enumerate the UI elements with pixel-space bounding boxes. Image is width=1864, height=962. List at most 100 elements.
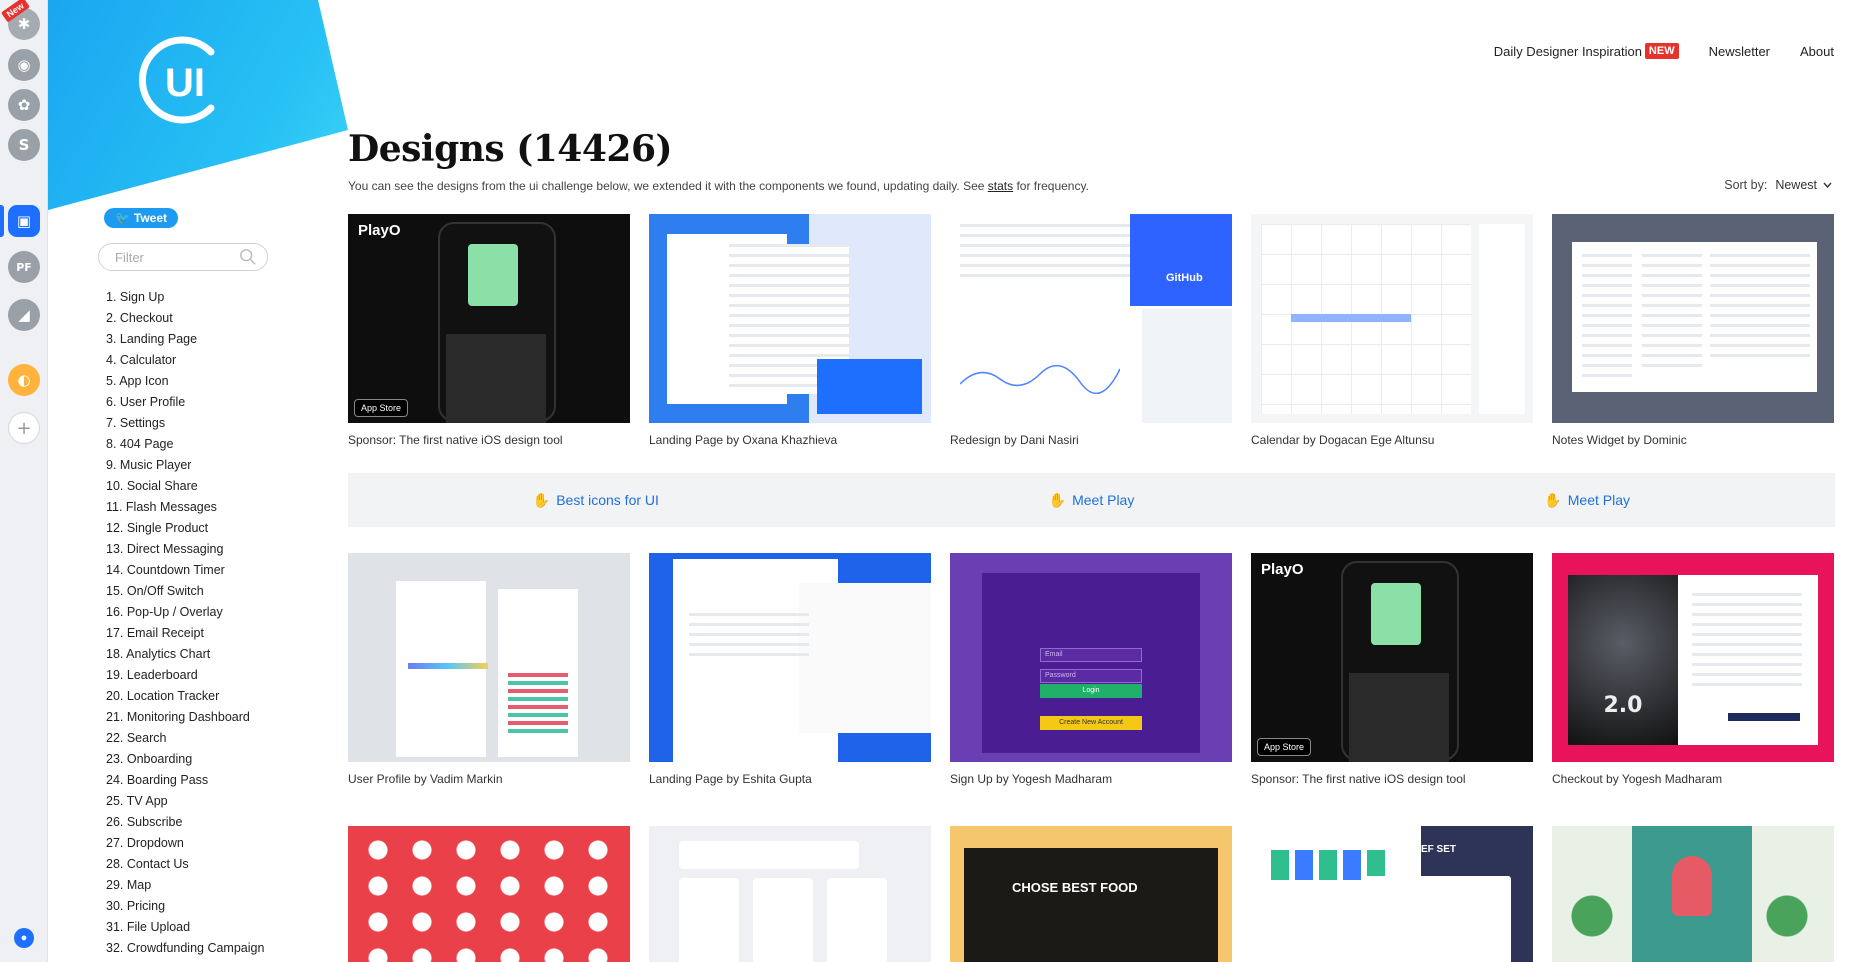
design-thumbnail[interactable]: EF SET bbox=[1251, 826, 1533, 962]
settings-icon[interactable]: ● bbox=[14, 928, 34, 948]
design-card[interactable]: EF SET bbox=[1251, 826, 1533, 962]
design-thumbnail[interactable] bbox=[649, 214, 931, 423]
challenge-item[interactable]: 27. Dropdown bbox=[106, 835, 264, 856]
design-thumbnail[interactable] bbox=[1552, 214, 1834, 423]
s-app-icon[interactable]: S bbox=[8, 129, 40, 161]
sort-dropdown[interactable]: Newest bbox=[1775, 178, 1832, 192]
nav-newsletter-link[interactable]: Newsletter bbox=[1709, 44, 1770, 59]
design-thumbnail[interactable] bbox=[1552, 826, 1834, 962]
filter-input[interactable] bbox=[115, 249, 235, 265]
challenge-list: 1. Sign Up 2. Checkout 3. Landing Page 4. C… bbox=[106, 289, 264, 961]
design-card[interactable] bbox=[649, 826, 931, 962]
promo-link[interactable]: ✋ Meet Play bbox=[1339, 492, 1835, 509]
design-thumbnail[interactable] bbox=[1251, 214, 1533, 423]
design-card[interactable]: GitHub Redesign by Dani Nasiri bbox=[950, 214, 1232, 447]
challenge-item[interactable]: 23. Onboarding bbox=[106, 751, 264, 772]
design-card[interactable] bbox=[348, 826, 630, 962]
design-thumbnail[interactable]: PlayO App Store bbox=[1251, 553, 1533, 762]
design-caption: Notes Widget by Dominic bbox=[1552, 433, 1687, 447]
pf-icon[interactable]: PF bbox=[8, 251, 40, 283]
design-card[interactable]: PlayO App Store Sponsor: The first nativ… bbox=[348, 214, 630, 447]
design-caption: User Profile by Vadim Markin bbox=[348, 772, 503, 786]
challenge-item[interactable]: 12. Single Product bbox=[106, 520, 264, 541]
design-thumbnail[interactable] bbox=[348, 826, 630, 962]
shield-icon[interactable]: ◉ bbox=[8, 49, 40, 81]
challenge-item[interactable]: 4. Calculator bbox=[106, 352, 264, 373]
design-thumbnail[interactable]: GitHub bbox=[950, 214, 1232, 423]
design-thumbnail[interactable]: 2.0 bbox=[1552, 553, 1834, 762]
design-thumbnail[interactable]: PlayO App Store bbox=[348, 214, 630, 423]
challenge-item[interactable]: 31. File Upload bbox=[106, 919, 264, 940]
chart-icon[interactable]: ◢ bbox=[8, 299, 40, 331]
page-root: { "dock": { "new_badge": "New", "items":… bbox=[0, 0, 1864, 962]
promo-link[interactable]: ✋ Meet Play bbox=[844, 492, 1340, 509]
filter-field[interactable] bbox=[98, 243, 268, 271]
challenge-item[interactable]: 3. Landing Page bbox=[106, 331, 264, 352]
nav-inspiration-link[interactable]: Daily Designer Inspiration NEW bbox=[1494, 43, 1679, 59]
challenge-item[interactable]: 5. App Icon bbox=[106, 373, 264, 394]
design-card[interactable] bbox=[1552, 826, 1834, 962]
challenge-item[interactable]: 1. Sign Up bbox=[106, 289, 264, 310]
design-card[interactable]: Landing Page by Oxana Khazhieva bbox=[649, 214, 931, 447]
challenge-item[interactable]: 9. Music Player bbox=[106, 457, 264, 478]
tweet-button[interactable]: 🐦 Tweet bbox=[104, 208, 178, 228]
challenge-item[interactable]: 14. Countdown Timer bbox=[106, 562, 264, 583]
challenge-item[interactable]: 2. Checkout bbox=[106, 310, 264, 331]
design-thumbnail[interactable]: CHOSE BEST FOOD bbox=[950, 826, 1232, 962]
challenge-item[interactable]: 28. Contact Us bbox=[106, 856, 264, 877]
nav-about-link[interactable]: About bbox=[1800, 44, 1834, 59]
uidesigndaily-icon[interactable]: ▣ bbox=[8, 205, 40, 237]
design-thumbnail[interactable] bbox=[649, 553, 931, 762]
challenge-item[interactable]: 18. Analytics Chart bbox=[106, 646, 264, 667]
design-card[interactable]: Notes Widget by Dominic bbox=[1552, 214, 1834, 447]
palette-icon[interactable]: ✿ bbox=[8, 89, 40, 121]
design-card[interactable]: Landing Page by Eshita Gupta bbox=[649, 553, 931, 786]
chevron-down-icon bbox=[1823, 182, 1832, 188]
design-thumbnail[interactable] bbox=[348, 553, 630, 762]
design-caption: Checkout by Yogesh Madharam bbox=[1552, 772, 1723, 786]
challenge-item[interactable]: 6. User Profile bbox=[106, 394, 264, 415]
hand-wave-icon: ✋ bbox=[532, 491, 551, 508]
challenge-item[interactable]: 17. Email Receipt bbox=[106, 625, 264, 646]
design-thumbnail[interactable]: Email Password Login Create New Account bbox=[950, 553, 1232, 762]
github-label: GitHub bbox=[1130, 214, 1232, 306]
challenge-item[interactable]: 32. Crowdfunding Campaign bbox=[106, 940, 264, 961]
challenge-item[interactable]: 8. 404 Page bbox=[106, 436, 264, 457]
challenge-item[interactable]: 25. TV App bbox=[106, 793, 264, 814]
promo-link[interactable]: ✋ Best icons for UI bbox=[348, 492, 844, 509]
design-card[interactable]: CHOSE BEST FOOD bbox=[950, 826, 1232, 962]
challenge-item[interactable]: 13. Direct Messaging bbox=[106, 541, 264, 562]
new-badge: NEW bbox=[1644, 43, 1679, 59]
email-mock: Email bbox=[1040, 648, 1142, 662]
challenge-item[interactable]: 15. On/Off Switch bbox=[106, 583, 264, 604]
design-caption: Sponsor: The first native iOS design too… bbox=[1251, 772, 1466, 786]
challenge-item[interactable]: 29. Map bbox=[106, 877, 264, 898]
challenge-item[interactable]: 22. Search bbox=[106, 730, 264, 751]
challenge-item[interactable]: 20. Location Tracker bbox=[106, 688, 264, 709]
uidesigndaily-logo-icon[interactable]: UI bbox=[133, 30, 233, 130]
design-caption: Calendar by Dogacan Ege Altunsu bbox=[1251, 433, 1435, 447]
design-thumbnail[interactable] bbox=[649, 826, 931, 962]
challenge-item[interactable]: 24. Boarding Pass bbox=[106, 772, 264, 793]
bread-icon[interactable]: ◐ bbox=[8, 364, 40, 396]
design-card[interactable]: Email Password Login Create New Account … bbox=[950, 553, 1232, 786]
create-account-mock: Create New Account bbox=[1040, 716, 1142, 730]
challenge-item[interactable]: 16. Pop-Up / Overlay bbox=[106, 604, 264, 625]
challenge-item[interactable]: 10. Social Share bbox=[106, 478, 264, 499]
design-card[interactable]: PlayO App Store Sponsor: The first nativ… bbox=[1251, 553, 1533, 786]
challenge-item[interactable]: 11. Flash Messages bbox=[106, 499, 264, 520]
design-card[interactable]: User Profile by Vadim Markin bbox=[348, 553, 630, 786]
challenge-item[interactable]: 19. Leaderboard bbox=[106, 667, 264, 688]
challenge-item[interactable]: 7. Settings bbox=[106, 415, 264, 436]
promo-label: Meet Play bbox=[1072, 491, 1135, 508]
add-icon[interactable]: + bbox=[8, 412, 40, 444]
challenge-item[interactable]: 26. Subscribe bbox=[106, 814, 264, 835]
challenge-item[interactable]: 21. Monitoring Dashboard bbox=[106, 709, 264, 730]
design-card[interactable]: Calendar by Dogacan Ege Altunsu bbox=[1251, 214, 1533, 447]
login-mock: Login bbox=[1040, 684, 1142, 698]
challenge-item[interactable]: 30. Pricing bbox=[106, 898, 264, 919]
search-icon[interactable] bbox=[239, 248, 257, 266]
stats-link[interactable]: stats bbox=[988, 179, 1013, 193]
design-caption: Redesign by Dani Nasiri bbox=[950, 433, 1079, 447]
design-card[interactable]: 2.0 Checkout by Yogesh Madharam bbox=[1552, 553, 1834, 786]
